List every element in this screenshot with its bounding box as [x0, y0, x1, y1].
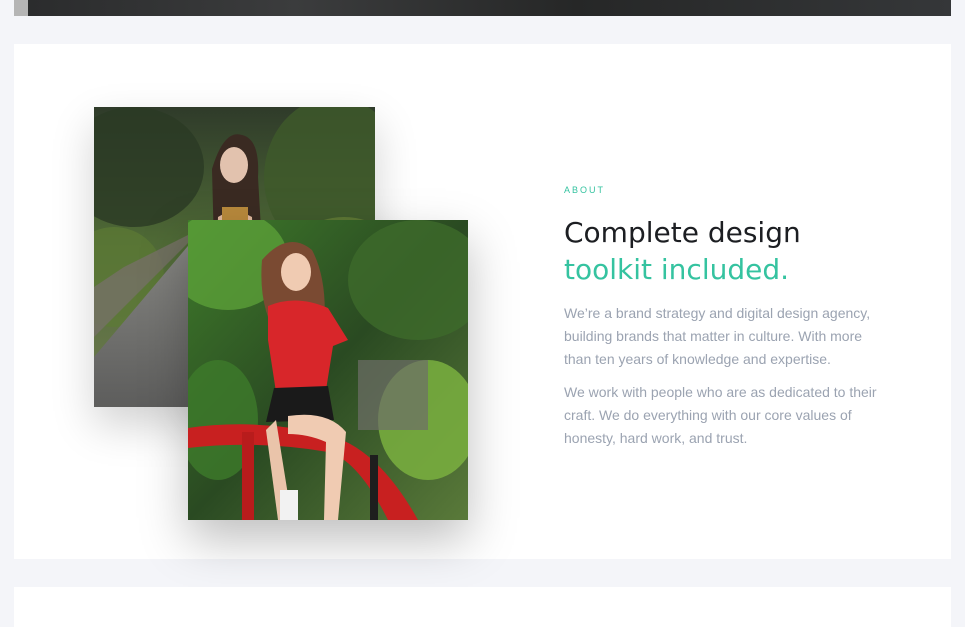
about-section: ABOUT Complete design toolkit included. … [14, 44, 951, 559]
next-section-card [14, 587, 951, 627]
heading-line-2-accent: toolkit included. [564, 253, 790, 286]
top-banner-image [14, 0, 951, 16]
about-paragraph-1: We’re a brand strategy and digital desig… [564, 305, 871, 367]
about-photo-woman-on-bridge [188, 220, 468, 520]
about-paragraph-2: We work with people who are as dedicated… [564, 384, 877, 446]
section-heading: Complete design toolkit included. [564, 214, 884, 288]
heading-line-1: Complete design [564, 216, 801, 249]
about-text-block: ABOUT Complete design toolkit included. … [564, 184, 884, 450]
section-eyebrow: ABOUT [564, 185, 606, 195]
banner-edge [14, 0, 28, 16]
